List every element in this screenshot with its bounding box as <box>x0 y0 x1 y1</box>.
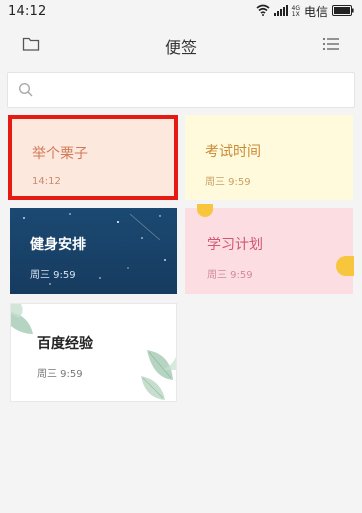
list-menu-icon[interactable] <box>322 36 342 54</box>
status-bar: 14:12 4G 1X 电信 <box>0 0 362 24</box>
note-title: 百度经验 <box>37 336 93 352</box>
note-card[interactable]: 百度经验 周三 9:59 <box>10 303 177 402</box>
search-input[interactable] <box>44 79 344 103</box>
search-bar[interactable] <box>7 72 355 108</box>
carrier-label: 电信 <box>303 5 328 19</box>
note-card[interactable]: 健身安排 周三 9:59 <box>10 208 177 294</box>
note-time: 周三 9:59 <box>30 270 76 281</box>
leaf-decoration <box>11 304 176 400</box>
note-time: 周三 9:59 <box>205 177 251 188</box>
note-title: 考试时间 <box>205 144 261 160</box>
note-card-selected[interactable]: 举个栗子 14:12 <box>8 115 178 200</box>
network-type-bottom: 1X <box>291 10 300 18</box>
note-time: 周三 9:59 <box>207 270 253 281</box>
yellow-dot-decoration <box>336 256 354 276</box>
note-title: 健身安排 <box>30 237 86 253</box>
status-time: 14:12 <box>8 4 47 19</box>
note-card[interactable]: 考试时间 周三 9:59 <box>185 115 353 200</box>
status-icons: 4G 1X 电信 <box>256 3 354 20</box>
battery-icon <box>332 4 354 19</box>
note-time: 周三 9:59 <box>37 369 83 380</box>
network-type-badge: 4G 1X <box>291 5 300 18</box>
app-header: 便签 <box>0 24 362 68</box>
signal-icon <box>273 4 288 19</box>
search-icon <box>18 82 36 100</box>
note-title: 举个栗子 <box>32 146 88 162</box>
note-time: 14:12 <box>32 176 61 187</box>
page-title: 便签 <box>164 38 197 57</box>
note-title: 学习计划 <box>207 237 263 253</box>
note-card[interactable]: 学习计划 周三 9:59 <box>185 208 353 294</box>
wifi-icon <box>256 4 270 19</box>
